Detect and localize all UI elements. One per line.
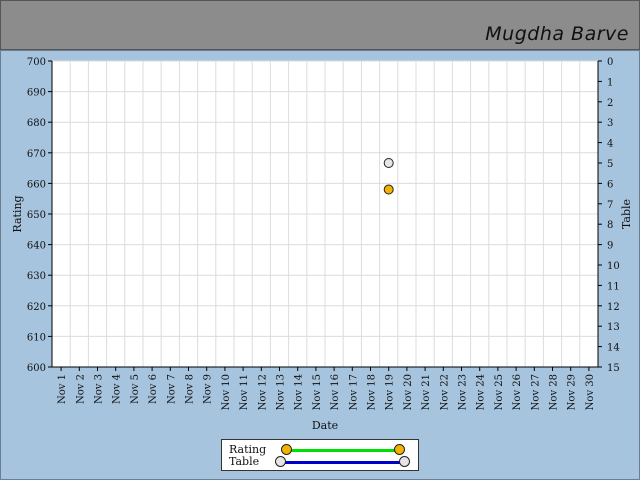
- x-tick-label: Nov 23: [458, 374, 469, 410]
- x-tick-label: Nov 24: [476, 374, 487, 410]
- y-left-tick-label: 610: [27, 332, 46, 343]
- x-tick-label: Nov 17: [348, 374, 359, 410]
- y-left-axis-title: Rating: [11, 195, 24, 232]
- x-tick-label: Nov 6: [148, 374, 159, 404]
- legend-item-table: Table: [229, 455, 415, 469]
- x-tick-label: Nov 22: [439, 374, 450, 410]
- x-tick-label: Nov 5: [130, 374, 141, 404]
- x-tick-label: Nov 11: [239, 374, 250, 410]
- y-left-tick-label: 630: [27, 271, 46, 282]
- x-tick-label: Nov 27: [530, 374, 541, 410]
- x-tick-label: Nov 1: [57, 374, 68, 404]
- rating-chart: 600610620630640650660670680690700 0123456…: [11, 57, 633, 432]
- data-point-table: [383, 158, 394, 168]
- legend-marker-rating-start: [281, 444, 292, 455]
- y-right-tick-label: 14: [607, 343, 620, 354]
- legend-line-rating: [286, 449, 399, 452]
- x-tick-label: Nov 10: [221, 374, 232, 410]
- x-tick-label: Nov 26: [512, 374, 523, 410]
- x-tick-label: Nov 9: [203, 374, 214, 404]
- legend-marker-table-end: [399, 456, 410, 467]
- y-right-tick-label: 5: [607, 159, 613, 170]
- legend: Rating Table: [221, 439, 419, 471]
- y-right-tick-label: 3: [607, 118, 613, 129]
- x-tick-label: Nov 28: [549, 374, 560, 410]
- x-axis-title: Date: [312, 419, 338, 432]
- x-tick-label: Nov 25: [494, 374, 505, 410]
- x-tick-label: Nov 8: [185, 374, 196, 404]
- y-right-tick-label: 4: [607, 139, 613, 150]
- y-left-tick-label: 700: [27, 57, 46, 68]
- x-tick-label: Nov 13: [276, 374, 287, 410]
- y-right-tick-label: 0: [607, 57, 613, 68]
- x-tick-label: Nov 2: [75, 374, 86, 404]
- x-tick-label: Nov 14: [294, 374, 305, 410]
- y-right-tick-label: 15: [607, 363, 620, 374]
- x-tick-label: Nov 21: [421, 374, 432, 410]
- y-right-tick-label: 6: [607, 179, 613, 190]
- y-right-axis-title: Table: [620, 199, 633, 229]
- y-right-tick-label: 13: [607, 322, 620, 333]
- y-left-tick-label: 620: [27, 302, 46, 313]
- x-tick-label: Nov 18: [367, 374, 378, 410]
- x-tick-label: Nov 29: [567, 374, 578, 410]
- y-left-tick-label: 650: [27, 210, 46, 221]
- legend-label-table: Table: [229, 455, 260, 468]
- legend-marker-rating-end: [394, 444, 405, 455]
- y-right-tick-label: 11: [607, 281, 620, 292]
- x-tick-label: Nov 4: [112, 374, 123, 404]
- x-tick-label: Nov 16: [330, 374, 341, 410]
- y-left-tick-label: 680: [27, 118, 46, 129]
- legend-marker-table-start: [275, 456, 286, 467]
- y-left-tick-label: 660: [27, 179, 46, 190]
- y-right-tick-label: 10: [607, 261, 620, 272]
- x-tick-label: Nov 15: [312, 374, 323, 410]
- x-tick-label: Nov 20: [403, 374, 414, 410]
- legend-line-table: [280, 461, 404, 464]
- y-right-tick-label: 7: [607, 200, 613, 211]
- y-left-tick-label: 670: [27, 149, 46, 160]
- x-tick-label: Nov 7: [166, 374, 177, 404]
- x-tick-label: Nov 30: [585, 374, 596, 410]
- x-tick-label: Nov 12: [257, 374, 268, 410]
- x-tick-label: Nov 19: [385, 374, 396, 410]
- y-right-tick-label: 12: [607, 302, 620, 313]
- y-left-tick-label: 690: [27, 88, 46, 99]
- data-point-rating: [383, 184, 394, 195]
- y-right-tick-label: 1: [607, 77, 613, 88]
- y-right-tick-label: 8: [607, 220, 613, 231]
- y-right-tick-label: 2: [607, 98, 613, 109]
- y-left-tick-label: 600: [27, 363, 46, 374]
- y-left-tick-label: 640: [27, 241, 46, 252]
- x-tick-label: Nov 3: [94, 374, 105, 404]
- y-right-tick-label: 9: [607, 241, 613, 252]
